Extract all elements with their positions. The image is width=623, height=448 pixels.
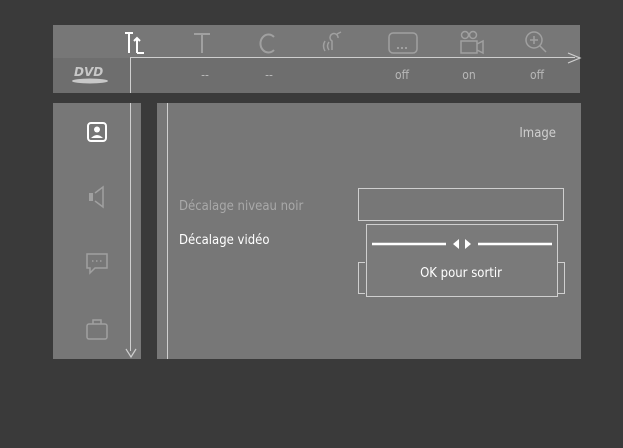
speech-bubble-icon[interactable] — [77, 246, 117, 280]
scroll-down-arrow-icon[interactable] — [124, 344, 138, 359]
status-row — [53, 58, 580, 93]
title-icon[interactable] — [184, 29, 220, 57]
left-bracket — [358, 262, 365, 294]
subtitle-status: off — [394, 68, 410, 82]
option-video-shift[interactable]: Décalage vidéo — [179, 233, 270, 248]
svg-text:DVD: DVD — [74, 65, 103, 79]
chapter-status: -- — [265, 68, 273, 82]
setup-icon[interactable] — [116, 29, 152, 57]
panel-divider — [167, 103, 168, 359]
picture-icon[interactable] — [77, 117, 117, 151]
angle-icon[interactable] — [453, 29, 489, 57]
toolbar-icons — [53, 29, 580, 59]
subtitle-icon[interactable] — [385, 29, 421, 57]
ok-to-exit-hint: OK pour sortir — [420, 266, 502, 281]
right-bracket — [558, 262, 565, 294]
right-arrow-icon — [566, 50, 582, 66]
audio-icon[interactable] — [317, 29, 353, 57]
briefcase-icon[interactable] — [77, 313, 117, 347]
black-level-value-box — [358, 188, 564, 221]
video-shift-slider[interactable] — [372, 236, 552, 250]
option-black-level-shift[interactable]: Décalage niveau noir — [179, 199, 303, 214]
page-title: Image — [519, 126, 556, 141]
zoom-icon[interactable] — [519, 29, 555, 57]
sidebar-scroll-line — [130, 103, 131, 351]
angle-status: on — [462, 68, 476, 82]
dvd-logo: DVD — [60, 62, 118, 86]
status-separator — [130, 58, 131, 93]
speaker-icon[interactable] — [77, 180, 117, 214]
chapter-icon[interactable] — [250, 29, 286, 57]
title-status: -- — [201, 68, 209, 82]
video-shift-popup — [366, 224, 558, 297]
toolbar-arrow-line — [130, 57, 575, 58]
zoom-status: off — [529, 68, 545, 82]
